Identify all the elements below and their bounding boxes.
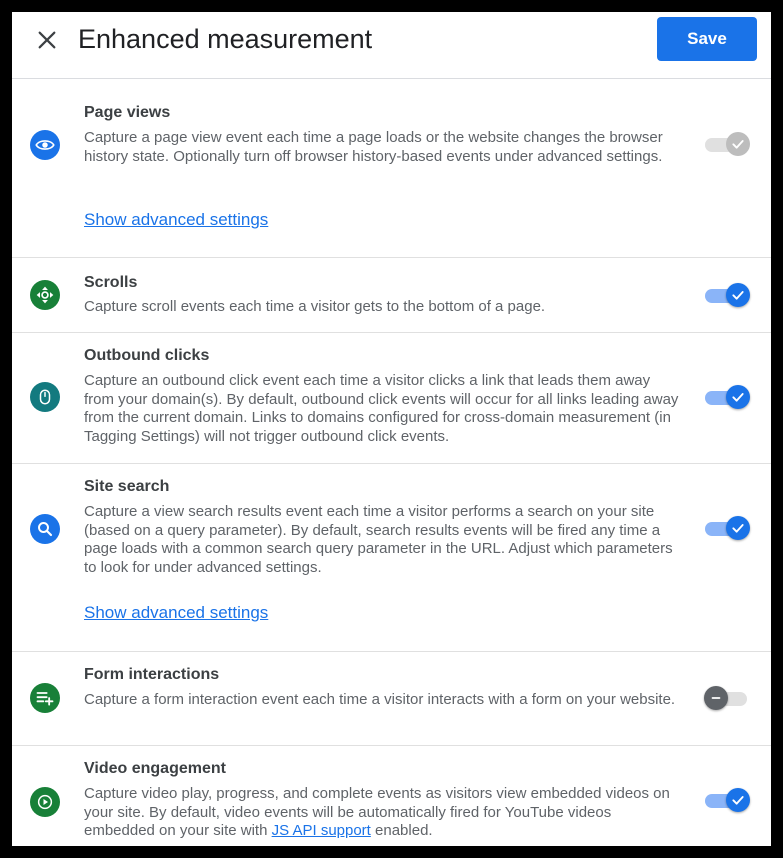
minus-icon [711,697,721,699]
checkmark-icon [732,524,744,533]
section-page-views: Page views Capture a page view event eac… [12,79,771,258]
section-video-engagement: Video engagement Capture video play, pro… [12,746,771,846]
section-description: Capture a page view event each time a pa… [84,129,663,165]
video-engagement-toggle[interactable] [704,787,750,813]
checkmark-icon [732,291,744,300]
checkmark-icon [732,140,744,149]
scrolls-toggle[interactable] [704,282,750,308]
checkmark-icon [732,393,744,402]
section-title: Page views [84,104,171,121]
section-title: Site search [84,478,170,495]
checkmark-icon [732,796,744,805]
page-views-toggle[interactable] [704,131,750,157]
section-form-interactions: Form interactions Capture a form interac… [12,652,771,746]
section-title: Scrolls [84,274,138,291]
play-icon [37,794,53,810]
close-button[interactable] [32,25,62,55]
toggle-thumb [726,385,750,409]
toggle-thumb [726,516,750,540]
eye-icon [35,140,55,150]
scroll-arrows-icon [36,286,54,304]
playlist-add-icon [36,692,54,706]
section-scrolls: Scrolls Capture scroll events each time … [12,258,771,333]
section-description: Capture an outbound click event each tim… [84,372,679,445]
enhanced-measurement-panel: Enhanced measurement Save Page views Cap… [12,12,771,846]
page-views-icon-badge [30,130,60,160]
toggle-thumb [726,283,750,307]
show-advanced-settings-link[interactable]: Show advanced settings [84,210,268,230]
form-interactions-toggle[interactable] [704,685,750,711]
close-icon [38,31,56,49]
save-button[interactable]: Save [657,17,757,61]
js-api-support-link[interactable]: JS API support [272,822,371,839]
video-engagement-icon-badge [30,787,60,817]
section-description: Capture scroll events each time a visito… [84,298,546,315]
section-outbound-clicks: Outbound clicks Capture an outbound clic… [12,333,771,464]
mouse-icon [39,389,51,405]
toggle-thumb [704,686,728,710]
toggle-thumb [726,132,750,156]
scrolls-icon-badge [30,280,60,310]
section-site-search: Site search Capture a view search result… [12,464,771,652]
section-title: Outbound clicks [84,347,210,364]
site-search-toggle[interactable] [704,515,750,541]
form-interactions-icon-badge [30,683,60,713]
toggle-thumb [726,788,750,812]
site-search-icon-badge [30,514,60,544]
outbound-clicks-icon-badge [30,382,60,412]
section-title: Video engagement [84,760,226,777]
show-advanced-settings-link[interactable]: Show advanced settings [84,603,268,623]
search-icon [38,522,53,537]
section-description: Capture a form interaction event each ti… [84,691,676,708]
panel-header: Enhanced measurement Save [12,12,771,79]
section-description: Capture a view search results event each… [84,503,673,576]
page-title: Enhanced measurement [78,24,373,54]
section-title: Form interactions [84,666,220,683]
section-description: Capture video play, progress, and comple… [84,785,684,841]
description-text-end: enabled. [370,822,433,839]
outbound-clicks-toggle[interactable] [704,384,750,410]
